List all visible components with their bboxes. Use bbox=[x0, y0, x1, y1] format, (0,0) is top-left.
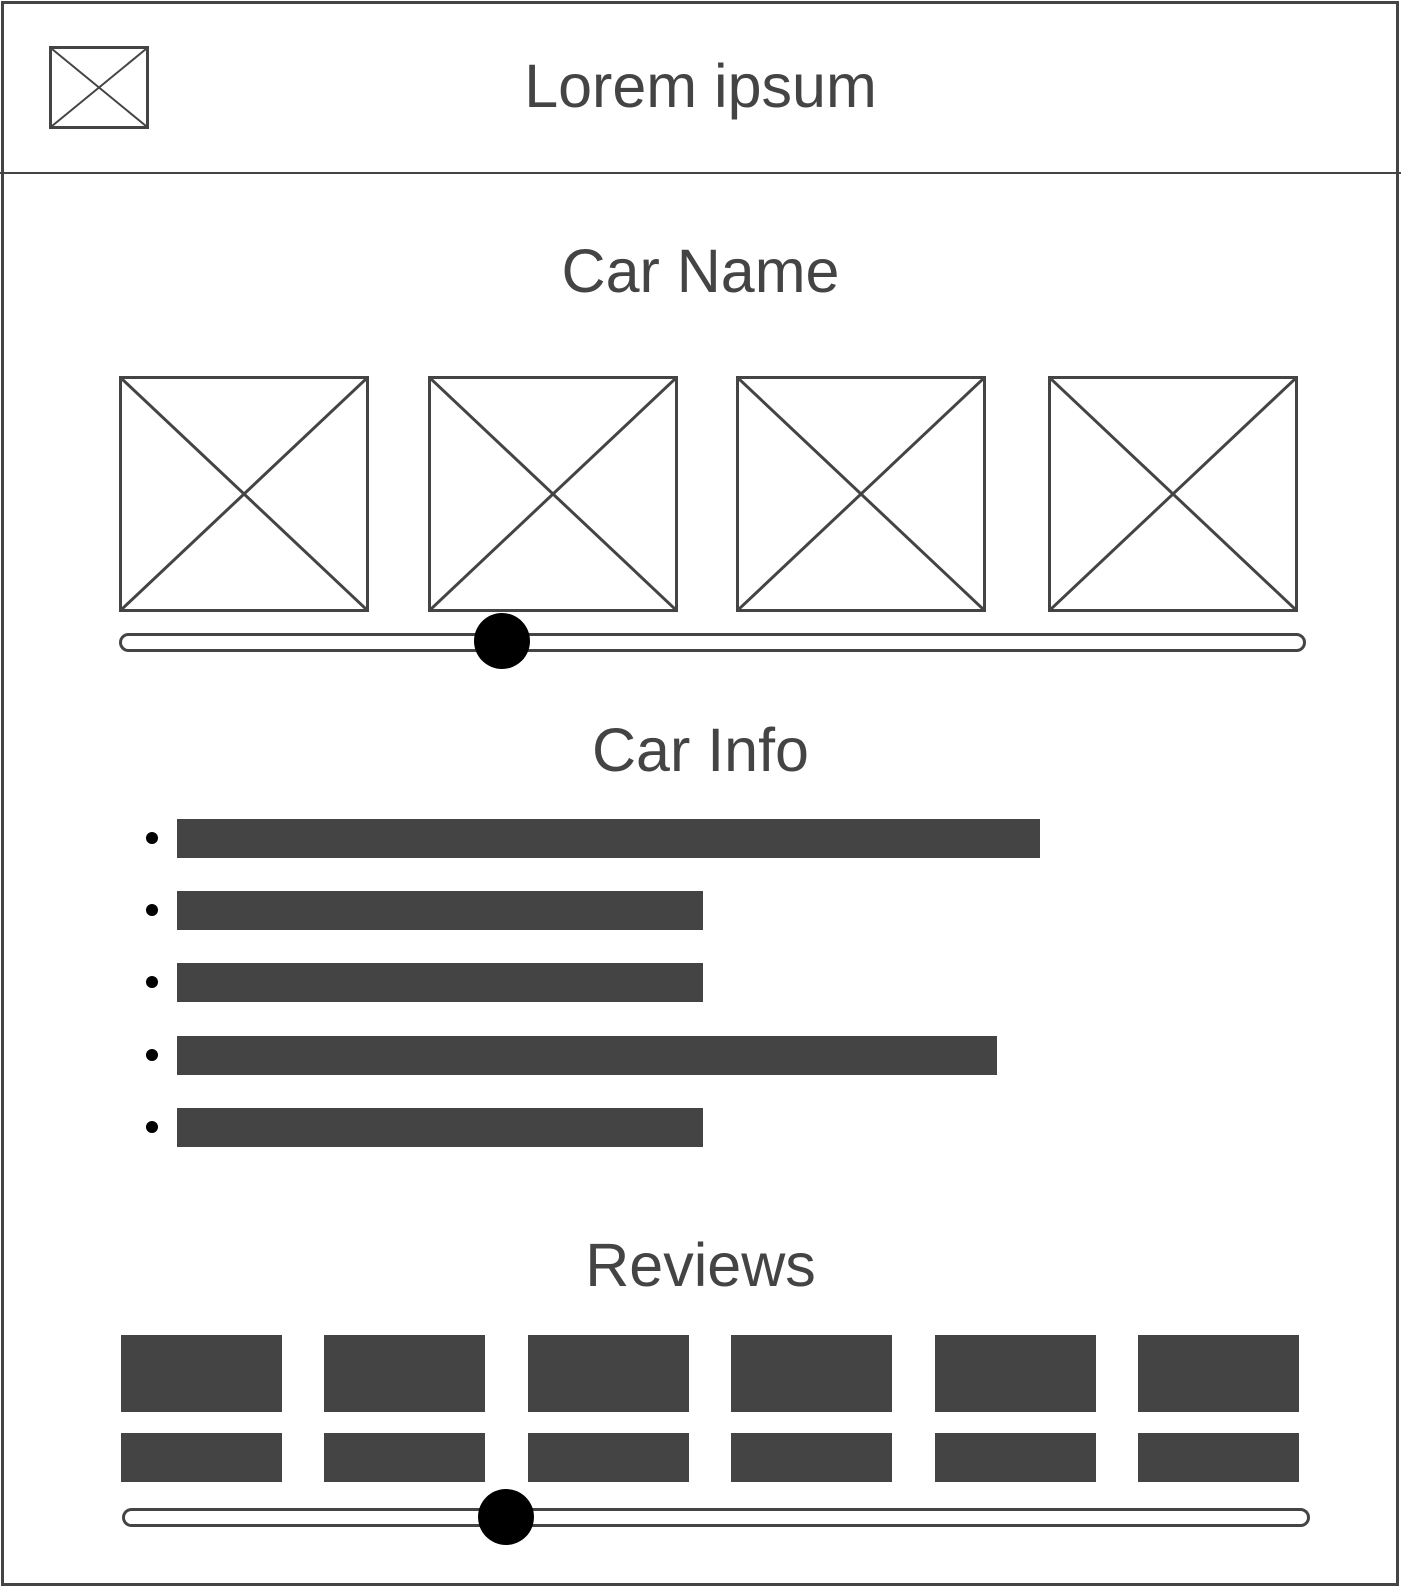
review-card-text bbox=[934, 1433, 1096, 1482]
review-card-title[interactable] bbox=[527, 1335, 689, 1412]
car-image-placeholder[interactable] bbox=[1048, 376, 1298, 612]
info-text-line bbox=[177, 963, 704, 1003]
reviews-slider-handle[interactable] bbox=[477, 1489, 534, 1545]
reviews-heading: Reviews bbox=[585, 1231, 816, 1299]
car-image-placeholder[interactable] bbox=[119, 376, 369, 612]
review-card-title[interactable] bbox=[731, 1335, 893, 1412]
review-card-text bbox=[1138, 1433, 1299, 1482]
review-card-text bbox=[121, 1433, 282, 1482]
review-card-text bbox=[527, 1433, 689, 1482]
info-text-line bbox=[177, 891, 704, 931]
info-text-line bbox=[177, 819, 1040, 858]
car-name-heading: Car Name bbox=[561, 237, 840, 305]
review-card-title[interactable] bbox=[1138, 1335, 1299, 1412]
car-info-heading: Car Info bbox=[592, 716, 809, 784]
review-card-text bbox=[731, 1433, 893, 1482]
header-title: Lorem ipsum bbox=[524, 52, 877, 120]
review-card-title[interactable] bbox=[934, 1335, 1096, 1412]
info-text-line bbox=[177, 1035, 997, 1075]
info-text-line bbox=[177, 1107, 704, 1147]
header-divider bbox=[0, 172, 1401, 174]
gallery-slider[interactable] bbox=[119, 633, 1306, 652]
bullet-icon bbox=[146, 1120, 158, 1133]
review-card-title[interactable] bbox=[324, 1335, 486, 1412]
review-card-text bbox=[324, 1433, 486, 1482]
bullet-icon bbox=[146, 1048, 158, 1061]
review-card-title[interactable] bbox=[121, 1335, 282, 1412]
bullet-icon bbox=[146, 832, 158, 844]
car-image-placeholder[interactable] bbox=[736, 376, 986, 612]
car-image-placeholder[interactable] bbox=[428, 376, 678, 612]
gallery-slider-handle[interactable] bbox=[474, 613, 531, 669]
reviews-slider[interactable] bbox=[122, 1508, 1310, 1527]
